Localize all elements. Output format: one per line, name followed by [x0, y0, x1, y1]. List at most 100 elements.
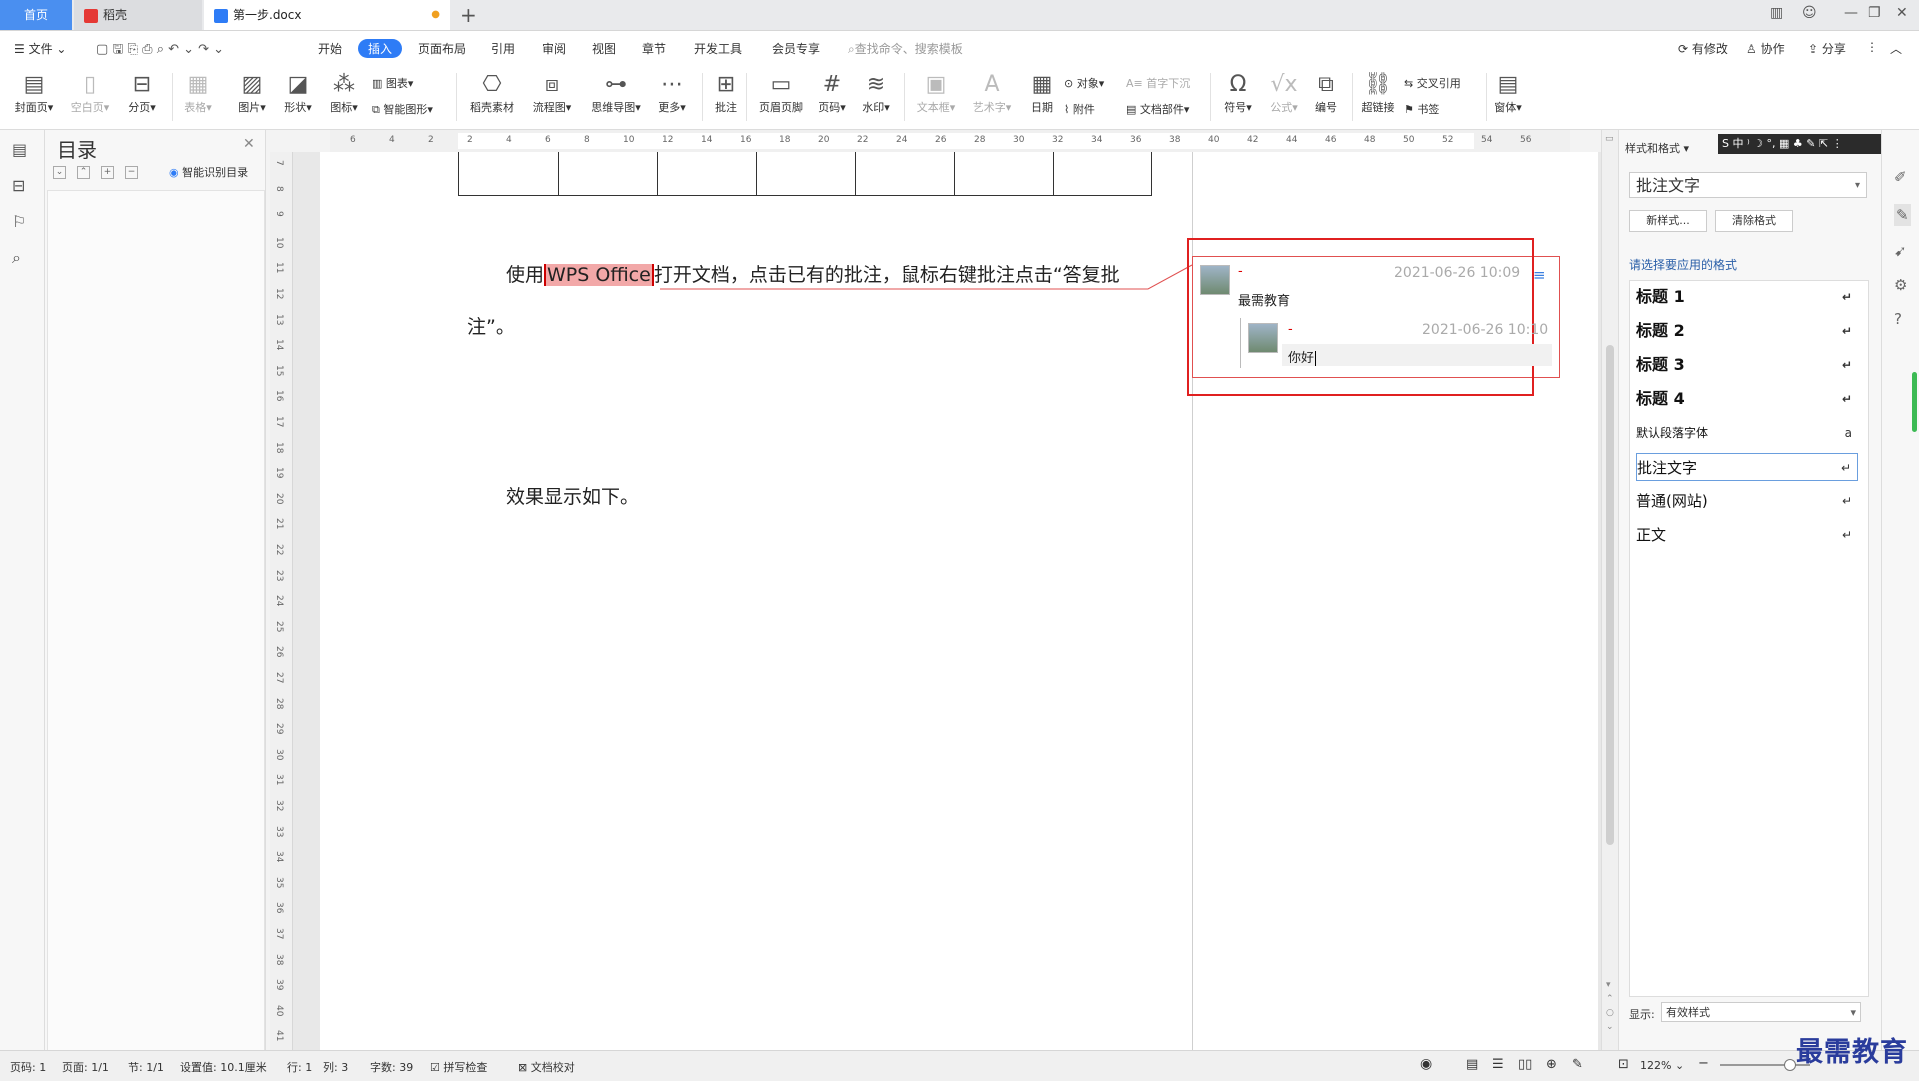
reply-input[interactable]	[1282, 344, 1552, 366]
settings-sliders-icon[interactable]: ⚙	[1894, 276, 1907, 294]
menu-start[interactable]: 开始	[318, 40, 342, 57]
modified-button[interactable]: ⟳ 有修改	[1678, 40, 1728, 57]
horizontal-ruler[interactable]: 6 4 2 2 4 6 8 10 12 14 16 18 20 22 24 26 28 30 32 34 36 38 40 4…	[330, 130, 1570, 153]
restore-button[interactable]: ❐	[1868, 5, 1881, 21]
header-footer-button[interactable]: ▭ 页眉页脚	[752, 71, 810, 115]
menu-view[interactable]: 视图	[592, 40, 616, 57]
menu-chapter[interactable]: 章节	[642, 40, 666, 57]
remove-heading-icon[interactable]: −	[125, 166, 138, 179]
table-button[interactable]: ▦ 表格▾	[172, 71, 224, 115]
textbox-button[interactable]: ▣ 文本框▾	[910, 71, 962, 115]
hyperlink-button[interactable]: ⛓ 超链接	[1352, 71, 1404, 115]
minimize-button[interactable]: —	[1844, 5, 1858, 21]
expand-all-icon[interactable]: ⌄	[53, 166, 66, 179]
menu-insert[interactable]: 插入	[358, 39, 403, 58]
doc-part-button[interactable]: ▤ 文档部件▾	[1126, 101, 1189, 117]
show-filter-select[interactable]: 有效样式 ▾	[1661, 1002, 1861, 1022]
new-tab-button[interactable]: +	[460, 3, 477, 27]
chart-button[interactable]: ▥ 图表▾	[372, 75, 413, 91]
avatar[interactable]: ☺	[1802, 5, 1817, 21]
cross-ref-button[interactable]: ⇆ 交叉引用	[1404, 75, 1461, 91]
art-text-button[interactable]: A 艺术字▾	[966, 71, 1018, 115]
object-button[interactable]: ⊙ 对象▾	[1064, 75, 1104, 91]
scrollbar-thumb[interactable]	[1606, 345, 1614, 845]
page-break-button[interactable]: ⊟ 分页▾	[116, 71, 168, 115]
smart-toc-button[interactable]: ◉ 智能识别目录	[169, 164, 248, 180]
menu-devtools[interactable]: 开发工具	[694, 40, 742, 57]
command-search[interactable]: ⌕查找命令、搜索模板	[848, 40, 963, 57]
edit-style-icon[interactable]: ✎	[1894, 204, 1911, 226]
cover-page-button[interactable]: ▤ 封面页▾	[8, 71, 60, 115]
zoom-out-icon[interactable]: −	[1698, 1056, 1709, 1071]
quick-access-toolbar[interactable]: ▢ 🖫 ⎘ ⎙ ⌕ ↶ ⌄ ↷ ⌄	[96, 40, 224, 62]
daoke-material-button[interactable]: ⎔ 稻壳素材	[466, 71, 518, 115]
document-table[interactable]	[458, 152, 1152, 196]
layout-icon[interactable]: ▥	[1770, 5, 1783, 21]
file-menu[interactable]: ☰ 文件 ⌄	[14, 40, 66, 57]
comment-button[interactable]: ⊞ 批注	[700, 71, 752, 115]
flowchart-button[interactable]: ⧈ 流程图▾	[526, 71, 578, 115]
icon-button[interactable]: ⁂ 图标▾	[318, 71, 370, 115]
date-button[interactable]: ▦ 日期	[1016, 71, 1068, 115]
more-button[interactable]: ⋯ 更多▾	[646, 71, 698, 115]
new-style-button[interactable]: 新样式...	[1629, 210, 1707, 232]
status-setting[interactable]: 设置值: 10.1厘米	[180, 1059, 267, 1075]
tab-home[interactable]: 首页	[0, 0, 72, 30]
status-page-number[interactable]: 页码: 1	[10, 1059, 46, 1075]
style-default-font[interactable]: 默认段落字体 a	[1636, 419, 1858, 447]
reply-text[interactable]: 你好​	[1288, 347, 1317, 366]
spell-check-button[interactable]: ☑ 拼写检查	[430, 1059, 487, 1075]
window-form-button[interactable]: ▤ 窗体▾	[1482, 71, 1534, 115]
close-icon[interactable]: ✕	[243, 136, 255, 152]
drop-cap-button[interactable]: A≡ 首字下沉	[1126, 75, 1190, 91]
styles-icon[interactable]: ✐	[1894, 168, 1907, 186]
eye-protect-icon[interactable]: ◉	[1420, 1056, 1432, 1072]
shape-button[interactable]: ◪ 形状▾	[272, 71, 324, 115]
find-nav-icon[interactable]: ⌕	[12, 248, 21, 268]
select-cursor-icon[interactable]: ➹	[1894, 242, 1907, 260]
status-section[interactable]: 节: 1/1	[128, 1059, 164, 1075]
style-heading-3[interactable]: 标题 3 ↵	[1636, 351, 1858, 379]
style-heading-2[interactable]: 标题 2 ↵	[1636, 317, 1858, 345]
tab-document[interactable]: 第一步.docx ●	[204, 0, 450, 30]
collapse-all-icon[interactable]: ⌃	[77, 166, 90, 179]
zoom-level[interactable]: 122% ⌄	[1640, 1059, 1684, 1072]
write-view-icon[interactable]: ✎	[1572, 1057, 1583, 1072]
style-normal-web[interactable]: 普通(网站) ↵	[1636, 487, 1858, 515]
tab-daoke[interactable]: 稻壳	[74, 0, 202, 30]
paragraph-1-continued[interactable]: 注”。	[467, 312, 515, 339]
chapter-nav-icon[interactable]: ⊟	[12, 176, 25, 195]
status-row[interactable]: 行: 1	[287, 1059, 312, 1075]
collab-button[interactable]: ♙ 协作	[1746, 40, 1785, 57]
outline-view-icon[interactable]: ☰	[1492, 1057, 1504, 1072]
vertical-ruler[interactable]: 7 8 9 10 11 12 13 14 15 16 17 18 19 20 21 22 23 24 25 26 27 2…	[270, 152, 293, 1050]
paragraph-2[interactable]: 效果显示如下。	[506, 482, 639, 509]
comment-menu-icon[interactable]: ≡	[1533, 266, 1546, 284]
numbering-button[interactable]: ⧉ 编号	[1300, 71, 1352, 115]
style-heading-4[interactable]: 标题 4 ↵	[1636, 385, 1858, 413]
proofread-button[interactable]: ⊠ 文档校对	[518, 1059, 575, 1075]
symbol-button[interactable]: Ω 符号▾	[1212, 71, 1264, 115]
fit-page-icon[interactable]: ⊡	[1618, 1057, 1629, 1072]
menu-review[interactable]: 审阅	[542, 40, 566, 57]
menu-layout[interactable]: 页面布局	[418, 40, 466, 57]
more-menu-icon[interactable]: ⋮	[1866, 40, 1878, 54]
menu-reference[interactable]: 引用	[491, 40, 515, 57]
picture-button[interactable]: ▨ 图片▾	[226, 71, 278, 115]
menu-member[interactable]: 会员专享	[772, 40, 820, 57]
watermark-button[interactable]: ≋ 水印▾	[850, 71, 902, 115]
page-nav-icons[interactable]: ▾ ⌃ ○ ⌄	[1606, 978, 1614, 1034]
blank-page-button[interactable]: ▯ 空白页▾	[64, 71, 116, 115]
status-pages[interactable]: 页面: 1/1	[62, 1059, 109, 1075]
bookmark-button[interactable]: ⚑ 书签	[1404, 101, 1439, 117]
bookmark-nav-icon[interactable]: ⚐	[12, 212, 26, 231]
mindmap-button[interactable]: ⊶ 思维导图▾	[586, 71, 646, 115]
toc-nav-icon[interactable]: ▤	[12, 140, 27, 159]
style-body[interactable]: 正文 ↵	[1636, 521, 1858, 549]
status-column[interactable]: 列: 3	[323, 1059, 348, 1075]
collapse-ribbon-icon[interactable]: ︿	[1890, 40, 1902, 57]
zoom-slider-handle[interactable]	[1784, 1059, 1796, 1071]
web-view-icon[interactable]: ⊕	[1546, 1057, 1557, 1072]
style-heading-1[interactable]: 标题 1 ↵	[1636, 283, 1858, 311]
scroll-top-icon[interactable]: ▭	[1605, 134, 1614, 144]
